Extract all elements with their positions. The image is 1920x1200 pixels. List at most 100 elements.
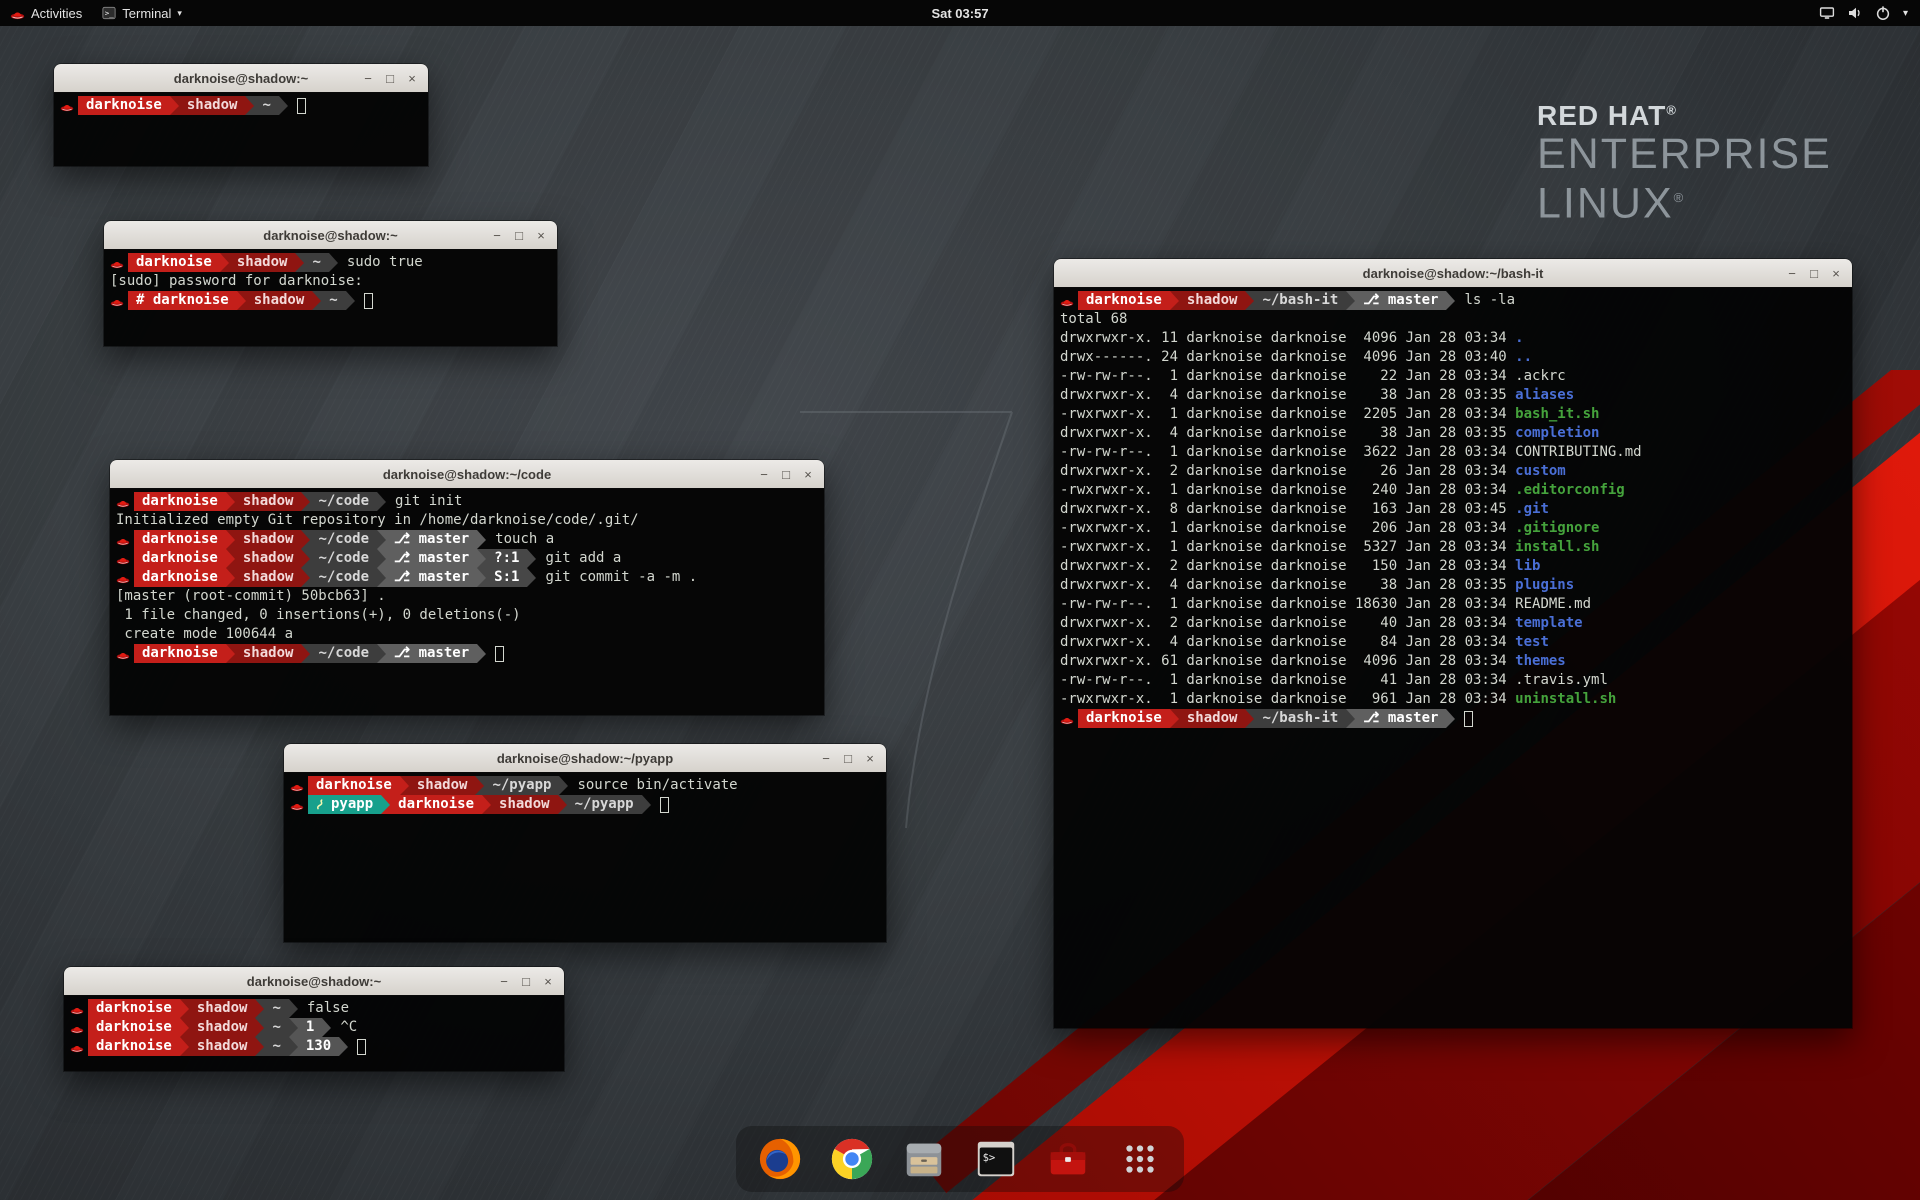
brand-linux: LINUX® xyxy=(1537,176,1832,225)
maximize-button[interactable]: □ xyxy=(380,68,400,88)
prompt-segment-path: ~/bash-it xyxy=(1254,291,1346,310)
terminal-body[interactable]: darknoiseshadow~falsedarknoiseshadow~1^C… xyxy=(64,995,564,1071)
minimize-button[interactable]: − xyxy=(494,971,514,991)
minimize-button[interactable]: − xyxy=(754,464,774,484)
window-titlebar[interactable]: darknoise@shadow:~−□× xyxy=(54,64,428,93)
window-titlebar[interactable]: darknoise@shadow:~−□× xyxy=(64,967,564,996)
prompt-segment-gitstat: ?:1 xyxy=(486,549,527,568)
terminal-window[interactable]: darknoise@shadow:~−□×darknoiseshadow~ xyxy=(54,64,428,166)
powerline-arrow-icon xyxy=(301,549,310,568)
powerline-arrow-icon xyxy=(1170,291,1179,310)
file-name: themes xyxy=(1515,652,1566,671)
prompt-segment-user: darknoise xyxy=(128,253,220,272)
powerline-arrow-icon xyxy=(255,999,264,1018)
dock: $> xyxy=(736,1126,1184,1192)
file-name: lib xyxy=(1515,557,1540,576)
file-meta: drwxrwxr-x. 2 darknoise darknoise 26 Jan… xyxy=(1060,462,1515,481)
activities-button[interactable]: Activities xyxy=(0,0,92,26)
volume-icon xyxy=(1847,5,1863,21)
redhat-prompt-icon xyxy=(290,799,308,811)
window-titlebar[interactable]: darknoise@shadow:~/code−□× xyxy=(110,460,824,489)
terminal-body[interactable]: darknoiseshadow~/bash-it⎇ masterls -lato… xyxy=(1054,287,1852,1028)
terminal-window[interactable]: darknoise@shadow:~−□×darknoiseshadow~fal… xyxy=(64,967,564,1071)
terminal-body[interactable]: darknoiseshadow~ xyxy=(54,92,428,166)
file-name: .ackrc xyxy=(1515,367,1566,386)
terminal-window[interactable]: darknoise@shadow:~/pyapp−□×darknoiseshad… xyxy=(284,744,886,942)
powerline-arrow-icon xyxy=(255,1037,264,1056)
minimize-button[interactable]: − xyxy=(1782,263,1802,283)
terminal-cursor xyxy=(495,646,504,662)
close-button[interactable]: × xyxy=(860,748,880,768)
terminal-line: darknoiseshadow~false xyxy=(70,999,558,1018)
minimize-button[interactable]: − xyxy=(816,748,836,768)
file-name: .editorconfig xyxy=(1515,481,1625,500)
maximize-button[interactable]: □ xyxy=(838,748,858,768)
dock-chrome-button[interactable] xyxy=(826,1133,878,1185)
prompt-segment-user: darknoise xyxy=(134,492,226,511)
terminal-line: # darknoiseshadow~ xyxy=(110,291,551,310)
output-text: [sudo] password for darknoise: xyxy=(110,272,363,291)
file-name: install.sh xyxy=(1515,538,1599,557)
terminal-body[interactable]: darknoiseshadow~/pyappsource bin/activat… xyxy=(284,772,886,942)
maximize-button[interactable]: □ xyxy=(509,225,529,245)
terminal-window[interactable]: darknoise@shadow:~−□×darknoiseshadow~sud… xyxy=(104,221,557,346)
window-titlebar[interactable]: darknoise@shadow:~/pyapp−□× xyxy=(284,744,886,773)
terminal-window[interactable]: darknoise@shadow:~/code−□×darknoiseshado… xyxy=(110,460,824,715)
window-titlebar[interactable]: darknoise@shadow:~/bash-it−□× xyxy=(1054,259,1852,288)
minimize-button[interactable]: − xyxy=(487,225,507,245)
window-controls: −□× xyxy=(494,971,564,991)
close-button[interactable]: × xyxy=(798,464,818,484)
dock-toolbox-button[interactable] xyxy=(1042,1133,1094,1185)
terminal-line: 1 file changed, 0 insertions(+), 0 delet… xyxy=(116,606,818,625)
powerline-arrow-icon xyxy=(477,568,486,587)
firefox-icon xyxy=(757,1136,803,1182)
dock-files-button[interactable] xyxy=(898,1133,950,1185)
terminal-line: drwx------. 24 darknoise darknoise 4096 … xyxy=(1060,348,1846,367)
redhat-prompt-icon xyxy=(110,295,128,307)
dock-firefox-button[interactable] xyxy=(754,1133,806,1185)
dock-terminal-button[interactable]: $> xyxy=(970,1133,1022,1185)
powerline-arrow-icon xyxy=(377,492,386,511)
maximize-button[interactable]: □ xyxy=(776,464,796,484)
terminal-app-icon: >_ xyxy=(102,6,116,20)
close-button[interactable]: × xyxy=(1826,263,1846,283)
desktop: RED HAT® ENTERPRISE LINUX® darknoise@sha… xyxy=(0,0,1920,1200)
prompt-segment-host: shadow xyxy=(179,96,246,115)
prompt-segment-path: ~/pyapp xyxy=(567,795,642,814)
prompt-segment-path: ~/code xyxy=(310,568,377,587)
file-meta: -rw-rw-r--. 1 darknoise darknoise 22 Jan… xyxy=(1060,367,1515,386)
terminal-line: darknoiseshadow~/codegit init xyxy=(116,492,818,511)
prompt-segment-path: ~/code xyxy=(310,492,377,511)
terminal-body[interactable]: darknoiseshadow~sudo true[sudo] password… xyxy=(104,249,557,346)
close-button[interactable]: × xyxy=(531,225,551,245)
clock[interactable]: Sat 03:57 xyxy=(931,6,988,21)
system-status-area[interactable]: ▾ xyxy=(1819,0,1920,26)
terminal-line: drwxrwxr-x. 4 darknoise darknoise 84 Jan… xyxy=(1060,633,1846,652)
terminal-cursor xyxy=(364,293,373,309)
app-menu-terminal[interactable]: >_ Terminal ▾ xyxy=(92,0,192,26)
powerline-arrow-icon xyxy=(245,96,254,115)
maximize-button[interactable]: □ xyxy=(1804,263,1824,283)
minimize-button[interactable]: − xyxy=(358,68,378,88)
prompt-segment-host: shadow xyxy=(1179,709,1246,728)
powerline-arrow-icon xyxy=(377,644,386,663)
prompt-segment-exit: 1 xyxy=(298,1018,322,1037)
prompt-segment-user: darknoise xyxy=(78,96,170,115)
terminal-window[interactable]: darknoise@shadow:~/bash-it−□×darknoisesh… xyxy=(1054,259,1852,1028)
prompt-segment-path: ~/pyapp xyxy=(484,776,559,795)
redhat-prompt-icon xyxy=(70,1003,88,1015)
powerline-arrow-icon xyxy=(289,999,298,1018)
window-titlebar[interactable]: darknoise@shadow:~−□× xyxy=(104,221,557,250)
file-name: .. xyxy=(1515,348,1532,367)
prompt-segment-host: shadow xyxy=(189,999,256,1018)
close-button[interactable]: × xyxy=(402,68,422,88)
terminal-body[interactable]: darknoiseshadow~/codegit initInitialized… xyxy=(110,488,824,715)
terminal-line: drwxrwxr-x. 8 darknoise darknoise 163 Ja… xyxy=(1060,500,1846,519)
maximize-button[interactable]: □ xyxy=(516,971,536,991)
dock-app-grid-button[interactable] xyxy=(1114,1133,1166,1185)
prompt-segment-host: shadow xyxy=(229,253,296,272)
terminal-icon: $> xyxy=(973,1136,1019,1182)
toolbox-icon xyxy=(1045,1136,1091,1182)
close-button[interactable]: × xyxy=(538,971,558,991)
svg-text:$>: $> xyxy=(983,1152,996,1164)
